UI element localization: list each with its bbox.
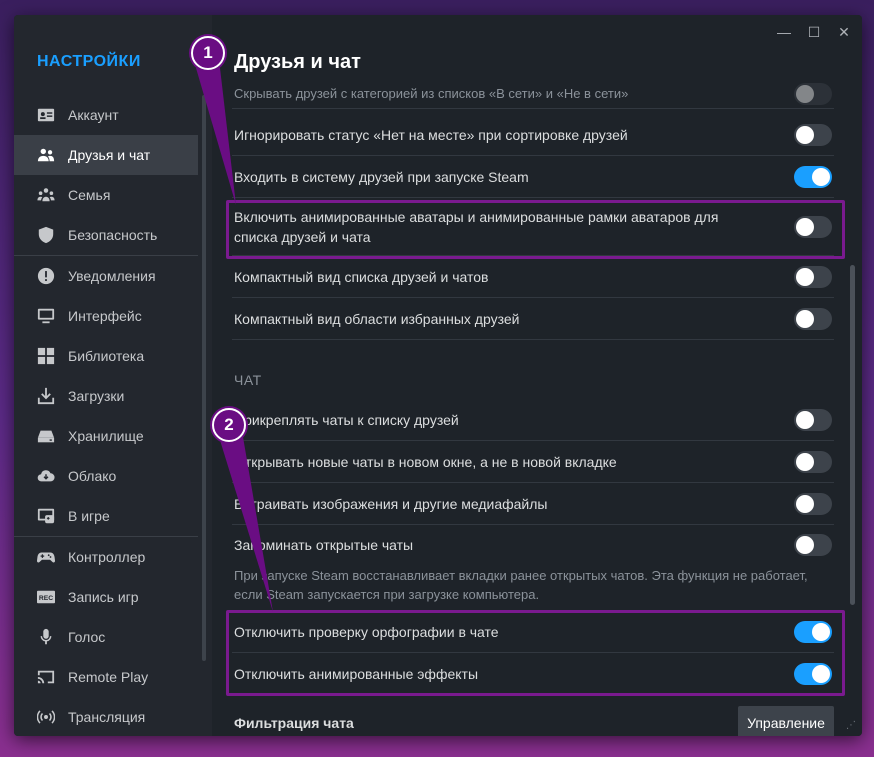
broadcast-icon xyxy=(36,707,56,727)
sidebar-item-label: Интерфейс xyxy=(68,308,142,324)
sidebar-item-controller[interactable]: Контроллер xyxy=(14,537,198,577)
sidebar-item-ingame[interactable]: В игре xyxy=(14,496,198,536)
annotation-badge-2: 2 xyxy=(212,408,246,442)
storage-icon xyxy=(36,426,56,446)
sidebar: НАСТРОЙКИ Аккаунт Друзья и чат Семья Без… xyxy=(14,15,212,736)
sidebar-item-label: Друзья и чат xyxy=(68,147,151,163)
sidebar-item-label: Семья xyxy=(68,187,111,203)
minimize-button[interactable]: — xyxy=(770,21,798,43)
setting-row-chat-filter: Фильтрация чата Управление xyxy=(232,703,834,736)
window-controls: — ☐ ✕ xyxy=(770,21,858,43)
toggle-switch[interactable] xyxy=(794,492,832,515)
setting-label: Встраивать изображения и другие медиафай… xyxy=(234,495,548,512)
toggle-switch[interactable] xyxy=(794,165,832,188)
sidebar-item-label: Библиотека xyxy=(68,348,145,364)
setting-row-hide-offline: Скрывать друзей с категорией из списков … xyxy=(232,79,834,109)
setting-row-ignore-away: Игнорировать статус «Нет на месте» при с… xyxy=(232,114,834,156)
setting-label: Компактный вид списка друзей и чатов xyxy=(234,268,489,285)
setting-label: Игнорировать статус «Нет на месте» при с… xyxy=(234,126,628,143)
close-button[interactable]: ✕ xyxy=(830,21,858,43)
sidebar-item-label: Голос xyxy=(68,629,106,645)
annotation-badge-1: 1 xyxy=(191,36,225,70)
maximize-button[interactable]: ☐ xyxy=(800,21,828,43)
sidebar-item-label: В игре xyxy=(68,508,110,524)
sidebar-item-label: Remote Play xyxy=(68,669,149,685)
highlight-box-1 xyxy=(226,200,845,259)
sidebar-item-label: Облако xyxy=(68,468,117,484)
setting-label: Компактный вид области избранных друзей xyxy=(234,310,520,327)
download-icon xyxy=(36,386,56,406)
sidebar-item-library[interactable]: Библиотека xyxy=(14,336,198,376)
sidebar-item-interface[interactable]: Интерфейс xyxy=(14,296,198,336)
sidebar-item-account[interactable]: Аккаунт xyxy=(14,95,198,135)
sidebar-item-notifications[interactable]: Уведомления xyxy=(14,256,198,296)
manage-button[interactable]: Управление xyxy=(738,706,834,736)
notification-icon xyxy=(36,266,56,286)
gamepad-icon xyxy=(36,547,56,567)
setting-row-embed-media: Встраивать изображения и другие медиафай… xyxy=(232,483,834,525)
svg-text:REC: REC xyxy=(39,595,53,602)
setting-label: Запоминать открытые чаты xyxy=(234,537,414,553)
resize-grip-icon[interactable]: ⋰ xyxy=(846,720,858,732)
ingame-icon xyxy=(36,506,56,526)
rec-icon: REC xyxy=(36,587,56,607)
toggle-switch[interactable] xyxy=(794,534,832,556)
setting-row-remember-chats: Запоминать открытые чаты xyxy=(232,525,834,565)
setting-label: Прикреплять чаты к списку друзей xyxy=(234,411,459,428)
sidebar-item-downloads[interactable]: Загрузки xyxy=(14,376,198,416)
microphone-icon xyxy=(36,627,56,647)
toggle-switch[interactable] xyxy=(794,82,832,105)
page-title: Друзья и чат xyxy=(234,51,361,73)
toggle-switch[interactable] xyxy=(794,408,832,431)
setting-row-friends-login: Входить в систему друзей при запуске Ste… xyxy=(232,156,834,198)
highlight-box-2 xyxy=(226,610,845,696)
monitor-icon xyxy=(36,306,56,326)
toggle-switch[interactable] xyxy=(794,450,832,473)
sidebar-item-friends-chat[interactable]: Друзья и чат xyxy=(14,135,198,175)
sidebar-item-label: Безопасность xyxy=(68,227,158,243)
setting-row-new-window: Открывать новые чаты в новом окне, а не … xyxy=(232,441,834,483)
grid-icon xyxy=(36,346,56,366)
toggle-switch[interactable] xyxy=(794,265,832,288)
account-card-icon xyxy=(36,105,56,125)
friends-icon xyxy=(36,145,56,165)
sidebar-title: НАСТРОЙКИ xyxy=(37,53,141,70)
sidebar-item-security[interactable]: Безопасность xyxy=(14,215,198,255)
section-title-chat: ЧАТ xyxy=(234,372,262,388)
sidebar-item-label: Загрузки xyxy=(68,388,125,404)
sidebar-item-voice[interactable]: Голос xyxy=(14,617,198,657)
sidebar-item-label: Контроллер xyxy=(68,549,146,565)
sidebar-item-family[interactable]: Семья xyxy=(14,175,198,215)
sidebar-scrollbar[interactable] xyxy=(202,95,206,661)
shield-icon xyxy=(36,225,56,245)
setting-row-compact-list: Компактный вид списка друзей и чатов xyxy=(232,256,834,298)
sidebar-item-label: Уведомления xyxy=(68,268,156,284)
sidebar-item-label: Аккаунт xyxy=(68,107,119,123)
sidebar-list: Аккаунт Друзья и чат Семья Безопасность … xyxy=(14,95,198,736)
remember-chats-hint: При запуске Steam восстанавливает вкладк… xyxy=(234,568,808,602)
setting-label: Открывать новые чаты в новом окне, а не … xyxy=(234,453,617,470)
setting-label: Скрывать друзей с категорией из списков … xyxy=(234,85,629,101)
content-scrollbar[interactable] xyxy=(850,265,855,605)
sidebar-item-label: Трансляция xyxy=(68,709,146,725)
cast-icon xyxy=(36,667,56,687)
sidebar-item-label: Хранилище xyxy=(68,428,144,444)
setting-label: Фильтрация чата xyxy=(234,715,354,731)
toggle-switch[interactable] xyxy=(794,307,832,330)
toggle-switch[interactable] xyxy=(794,123,832,146)
cloud-icon xyxy=(36,466,56,486)
sidebar-item-cloud[interactable]: Облако xyxy=(14,456,198,496)
setting-label: Входить в систему друзей при запуске Ste… xyxy=(234,168,529,185)
sidebar-item-remote-play[interactable]: Remote Play xyxy=(14,657,198,697)
setting-row-dock-chats: Прикреплять чаты к списку друзей xyxy=(232,399,834,441)
sidebar-item-storage[interactable]: Хранилище xyxy=(14,416,198,456)
sidebar-item-label: Запись игр xyxy=(68,589,139,605)
setting-row-compact-favorites: Компактный вид области избранных друзей xyxy=(232,298,834,340)
sidebar-item-broadcast[interactable]: Трансляция xyxy=(14,697,198,736)
family-icon xyxy=(36,185,56,205)
sidebar-item-recording[interactable]: REC Запись игр xyxy=(14,577,198,617)
